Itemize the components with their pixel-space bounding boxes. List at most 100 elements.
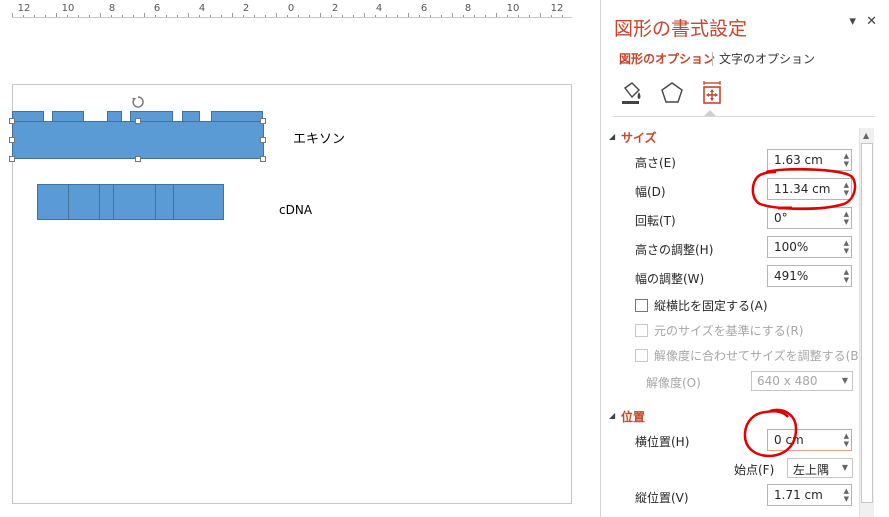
scroll-up-icon[interactable]: ▲ [863,131,869,140]
ruler-tick [364,13,365,17]
ruler-label: 2 [331,3,339,14]
ruler-tick [133,15,134,17]
lock-aspect-label: 縦横比を固定する(A) [654,299,768,313]
tab-text-options[interactable]: 文字のオプション [719,50,815,67]
ruler-tick [89,15,90,17]
ruler-tick [287,15,288,17]
cdna-divider [173,184,174,220]
from-dropdown[interactable]: 左上隅 ▼ [787,458,853,478]
ruler-tick [529,15,530,17]
divider [613,116,875,117]
ruler-tick [507,15,508,17]
ruler-tick [386,15,387,17]
ruler-tick [210,15,211,17]
collapse-triangle-icon[interactable]: ◢ [609,411,615,420]
vertical-position-value: 1.71 cm [774,488,823,502]
resize-handle[interactable] [135,156,141,162]
red-circle-annotation-width [751,168,857,211]
ruler-tick [496,13,497,17]
size-properties-icon[interactable] [699,80,725,106]
ruler-label: 4 [375,3,383,14]
height-label: 高さ(E) [635,156,676,170]
panel-title: 図形の書式設定 [614,18,748,40]
slide-editing-area[interactable]: 12 10 8 6 4 2 0 2 4 6 8 10 12 エキソン cDNA [0,0,600,517]
scale-height-value: 100% [774,240,809,254]
spinner-icon[interactable]: ▲ ▼ [844,152,849,168]
cdna-shape[interactable] [37,184,224,220]
lock-aspect-checkbox-row[interactable]: 縦横比を固定する(A) [635,297,768,314]
spinner-icon[interactable]: ▲ ▼ [844,239,849,255]
resize-handle[interactable] [260,156,266,162]
scale-height-field[interactable]: 100% ▲ ▼ [767,236,852,258]
spinner-icon[interactable]: ▲ ▼ [844,487,849,503]
lock-aspect-checkbox[interactable] [635,299,648,312]
ruler-tick [518,15,519,17]
ruler-tick [254,15,255,17]
cdna-divider [68,184,69,220]
ruler-tick [320,13,321,17]
ruler-tick [342,15,343,17]
section-position-title[interactable]: 位置 [621,408,645,425]
scale-width-field[interactable]: 491% ▲ ▼ [767,265,852,287]
resize-handle[interactable] [9,156,15,162]
panel-scrollbar[interactable]: ▲ [859,128,874,517]
ruler-tick [221,15,222,17]
resolution-value: 640 x 480 [757,374,818,388]
spinner-icon[interactable]: ▲ ▼ [844,268,849,284]
best-scale-checkbox [635,349,648,362]
ruler-tick [551,15,552,17]
ruler-tick [144,13,145,17]
rotation-label: 回転(T) [635,214,676,228]
relative-original-label: 元のサイズを基準にする(R) [654,324,804,338]
ruler-tick [540,13,541,17]
section-size-title[interactable]: サイズ [621,129,657,146]
ruler-tick [309,15,310,17]
vertical-position-label: 縦位置(V) [635,491,689,505]
ruler-tick [56,13,57,17]
rotate-handle-icon[interactable] [131,95,145,109]
cdna-divider [113,184,114,220]
ruler-tick [34,15,35,17]
fill-line-icon[interactable] [619,80,645,106]
best-scale-checkbox-row: 解像度に合わせてサイズを調整する(B) [635,347,863,364]
collapse-triangle-icon[interactable]: ◢ [609,132,615,141]
horizontal-ruler: 12 10 8 6 4 2 0 2 4 6 8 10 12 [12,3,572,18]
ruler-tick [265,15,266,17]
resize-handle[interactable] [9,118,15,124]
resize-handle[interactable] [260,137,266,143]
close-icon[interactable]: ✕ [866,14,877,29]
ruler-tick [441,15,442,17]
ruler-tick [122,15,123,17]
vertical-position-field[interactable]: 1.71 cm ▲ ▼ [767,484,852,506]
effects-pentagon-icon[interactable] [659,80,685,106]
tab-shape-options[interactable]: 図形のオプション [619,50,715,67]
resize-handle[interactable] [135,118,141,124]
spinner-icon[interactable]: ▲ ▼ [844,432,849,448]
resize-handle[interactable] [260,118,266,124]
cdna-divider [155,184,156,220]
exon-shape-selected[interactable] [12,121,264,159]
ruler-tick [276,13,277,17]
chevron-down-icon[interactable]: ▼ [842,463,848,472]
resize-handle[interactable] [9,137,15,143]
ruler-tick [474,15,475,17]
ruler-label: 8 [108,3,116,14]
ruler-tick [45,15,46,17]
ruler-label: 8 [464,3,472,14]
from-label: 始点(F) [734,463,775,477]
ruler-tick [23,15,24,17]
ruler-label: 0 [287,3,295,14]
resolution-label: 解像度(O) [646,376,701,390]
panel-options-chevron-icon[interactable]: ▾ [849,14,856,29]
cdna-label[interactable]: cDNA [279,203,312,217]
ruler-tick [353,15,354,17]
ruler-tick [166,15,167,17]
ruler-label: 6 [153,3,161,14]
exon-label[interactable]: エキソン [293,128,345,147]
panel-controls: ▾ ✕ [849,14,877,29]
relative-original-checkbox-row: 元のサイズを基準にする(R) [635,322,803,339]
scrollbar-thumb[interactable] [861,143,873,503]
scale-width-value: 491% [774,269,809,283]
ruler-tick [100,13,101,17]
ruler-tick [243,15,244,17]
